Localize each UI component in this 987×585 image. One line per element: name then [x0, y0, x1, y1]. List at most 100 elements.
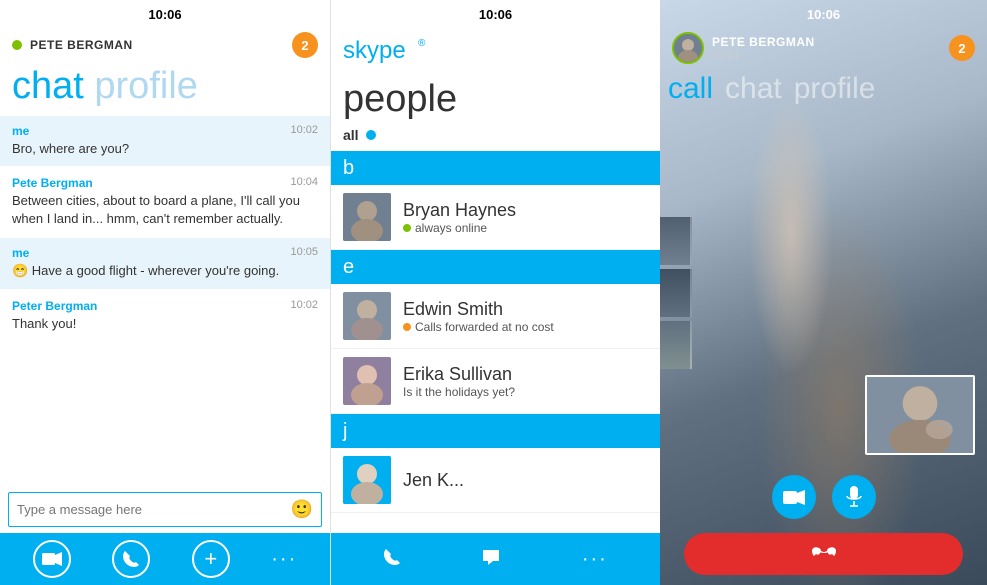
person-name-bryan: Bryan Haynes — [403, 200, 648, 221]
skype-logo-text: skype ® — [343, 34, 433, 70]
bubble-header-4: Peter Bergman 10:02 — [12, 299, 318, 313]
bubble-text-1: Bro, where are you? — [12, 140, 318, 158]
tab-profile[interactable]: profile — [794, 72, 876, 106]
side-thumb-3 — [660, 321, 692, 369]
alpha-e: e — [331, 250, 660, 284]
more-dots-1[interactable]: ··· — [271, 548, 297, 571]
all-filter-label: all — [343, 127, 359, 143]
bubble-time-3: 10:05 — [290, 246, 318, 260]
all-filter[interactable]: all — [331, 127, 660, 151]
call-contact-bar: PETE BERGMAN 02:51 2 — [660, 28, 987, 68]
status-bar-2: 10:06 — [331, 0, 660, 28]
chat-bubble-me-2: me 10:05 😁 Have a good flight - wherever… — [0, 238, 330, 288]
alpha-b: b — [331, 151, 660, 185]
call-contact-info: PETE BERGMAN 02:51 — [712, 35, 949, 61]
bubble-header-1: me 10:02 — [12, 124, 318, 138]
status-dot-bryan — [403, 224, 411, 232]
avatar-bryan — [343, 193, 391, 241]
person-status-bryan: always online — [403, 221, 648, 235]
call-avatar — [672, 32, 704, 64]
phone-icon-2[interactable] — [383, 548, 401, 571]
call-time: 10:06 — [807, 7, 840, 22]
title-bar-1: chat profile — [0, 62, 330, 116]
call-status-bar: 10:06 — [660, 0, 987, 28]
people-panel: 10:06 skype ® people all b Bryan Hayn — [330, 0, 660, 585]
contact-bar-1: PETE BERGMAN 2 — [0, 28, 330, 62]
person-info-jen: Jen K... — [403, 470, 648, 491]
person-name-jen: Jen K... — [403, 470, 648, 491]
mic-action-btn[interactable] — [832, 475, 876, 519]
bubble-header-3: me 10:05 — [12, 246, 318, 260]
svg-text:skype: skype — [343, 37, 406, 64]
title-accent-1: chat — [12, 65, 84, 107]
chat-panel: 10:06 PETE BERGMAN 2 chat profile me 10:… — [0, 0, 330, 585]
bottom-nav-1: + ··· — [0, 533, 330, 585]
avatar-jen — [343, 456, 391, 504]
chat-bubble-peter: Peter Bergman 10:02 Thank you! — [0, 291, 330, 341]
avatar-edwin — [343, 292, 391, 340]
call-badge: 2 — [949, 35, 975, 61]
message-input-bar[interactable]: 🙂 — [8, 492, 322, 527]
person-erika[interactable]: Erika Sullivan Is it the holidays yet? — [331, 349, 660, 414]
avatar-erika — [343, 357, 391, 405]
call-contact-name: PETE BERGMAN — [712, 35, 949, 49]
side-thumbnails — [660, 217, 692, 369]
bubble-time-4: 10:02 — [290, 299, 318, 313]
pip-person-video — [867, 377, 973, 453]
call-tabs: call chat profile — [660, 68, 987, 112]
status-dot-edwin — [403, 323, 411, 331]
person-status-edwin: Calls forwarded at no cost — [403, 320, 648, 334]
tab-call[interactable]: call — [668, 72, 713, 106]
bubble-header-2: Pete Bergman 10:04 — [12, 176, 318, 190]
page-title-1: chat profile — [12, 66, 318, 108]
bubble-text-3: 😁 Have a good flight - wherever you're g… — [12, 262, 318, 280]
bubble-time-2: 10:04 — [290, 176, 318, 190]
call-panel: 10:06 PETE BERGMAN 02:51 2 call chat pro… — [660, 0, 987, 585]
emoji-icon[interactable]: 🙂 — [291, 499, 313, 520]
title-light-1: profile — [94, 65, 198, 107]
time-1: 10:06 — [148, 7, 181, 22]
chat-bubble-pete: Pete Bergman 10:04 Between cities, about… — [0, 168, 330, 236]
chat-bubble-me-1: me 10:02 Bro, where are you? — [0, 116, 330, 166]
bubble-sender-4: Peter Bergman — [12, 299, 97, 313]
call-body — [660, 112, 987, 467]
phone-icon[interactable] — [112, 540, 150, 578]
person-info-erika: Erika Sullivan Is it the holidays yet? — [403, 364, 648, 399]
bubble-text-2: Between cities, about to board a plane, … — [12, 192, 318, 228]
online-dot — [12, 40, 22, 50]
add-icon[interactable]: + — [192, 540, 230, 578]
bubble-sender-3: me — [12, 246, 29, 260]
time-2: 10:06 — [479, 7, 512, 22]
person-bryan[interactable]: Bryan Haynes always online — [331, 185, 660, 250]
call-overlay: 10:06 PETE BERGMAN 02:51 2 call chat pro… — [660, 0, 987, 585]
person-status-erika: Is it the holidays yet? — [403, 385, 648, 399]
people-list: b Bryan Haynes always online e — [331, 151, 660, 533]
filter-dot — [366, 130, 376, 140]
person-jen[interactable]: Jen K... — [331, 448, 660, 513]
bubble-time-1: 10:02 — [290, 124, 318, 138]
call-duration: 02:51 — [712, 49, 949, 61]
contact-name-1: PETE BERGMAN — [30, 38, 292, 52]
alpha-j: j — [331, 414, 660, 448]
bottom-nav-2: ··· — [331, 533, 660, 585]
side-thumb-2 — [660, 269, 692, 317]
person-edwin[interactable]: Edwin Smith Calls forwarded at no cost — [331, 284, 660, 349]
person-info-edwin: Edwin Smith Calls forwarded at no cost — [403, 299, 648, 334]
person-name-erika: Erika Sullivan — [403, 364, 648, 385]
chat-icon-2[interactable] — [481, 548, 501, 571]
more-dots-2[interactable]: ··· — [582, 548, 608, 571]
call-action-bar — [660, 467, 987, 527]
badge-1: 2 — [292, 32, 318, 58]
svg-text:®: ® — [418, 38, 426, 49]
video-action-btn[interactable] — [772, 475, 816, 519]
pip-video — [865, 375, 975, 455]
end-call-button[interactable] — [684, 533, 963, 575]
tab-chat[interactable]: chat — [725, 72, 782, 106]
people-title: people — [331, 76, 660, 127]
person-name-edwin: Edwin Smith — [403, 299, 648, 320]
chat-messages: me 10:02 Bro, where are you? Pete Bergma… — [0, 116, 330, 492]
status-bar-1: 10:06 — [0, 0, 330, 28]
video-call-icon[interactable] — [33, 540, 71, 578]
bubble-text-4: Thank you! — [12, 315, 318, 333]
message-input[interactable] — [17, 502, 291, 517]
